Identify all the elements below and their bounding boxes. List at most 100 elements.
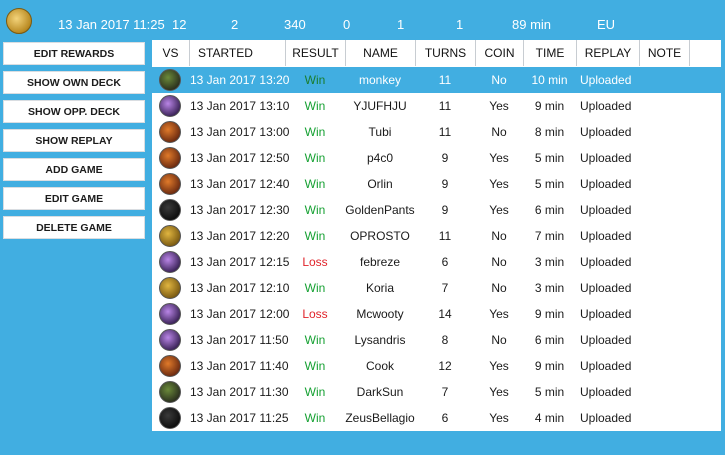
- cell-time: 7 min: [534, 229, 565, 243]
- cell-coin: Yes: [489, 307, 509, 321]
- cell-started: 13 Jan 2017 11:50: [190, 333, 289, 347]
- cell-result: Win: [304, 359, 326, 373]
- cell-replay: Uploaded: [580, 307, 632, 321]
- cell-turns: 11: [438, 73, 452, 87]
- cell-name: Mcwooty: [356, 307, 404, 321]
- cell-time: 3 min: [534, 255, 565, 269]
- cell-replay: Uploaded: [580, 177, 632, 191]
- cell-name: febreze: [359, 255, 401, 269]
- cell-replay: Uploaded: [580, 99, 632, 113]
- col-header-started[interactable]: STARTED: [189, 40, 285, 66]
- cell-name: OPROSTO: [350, 229, 410, 243]
- cell-result: Win: [304, 411, 326, 425]
- cell-time: 8 min: [534, 125, 565, 139]
- col-header-time[interactable]: TIME: [523, 40, 576, 66]
- cell-started: 13 Jan 2017 11:25: [190, 411, 289, 425]
- cell-replay: Uploaded: [580, 125, 632, 139]
- paladin-class-icon: [6, 8, 32, 34]
- col-header-result[interactable]: RESULT: [285, 40, 345, 66]
- cell-result: Loss: [302, 255, 328, 269]
- table-row[interactable]: 13 Jan 2017 11:40 Win Cook 12 Yes 9 min Upload…: [152, 353, 721, 379]
- col-header-name[interactable]: NAME: [345, 40, 415, 66]
- table-row[interactable]: 13 Jan 2017 12:10 Win Koria 7 No 3 min Uploade…: [152, 275, 721, 301]
- cell-coin: Yes: [489, 151, 509, 165]
- table-row[interactable]: 13 Jan 2017 12:20 Win OPROSTO 11 No 7 min Uplo…: [152, 223, 721, 249]
- cell-turns: 8: [441, 333, 449, 347]
- table-row[interactable]: 13 Jan 2017 13:00 Win Tubi 11 No 8 min Uploade…: [152, 119, 721, 145]
- cell-turns: 11: [438, 229, 452, 243]
- table-row[interactable]: 13 Jan 2017 11:25 Win ZeusBellagio 6 Yes 4 mi…: [152, 405, 721, 431]
- cell-name: GoldenPants: [345, 203, 415, 217]
- show-replay-button[interactable]: SHOW REPLAY: [3, 129, 145, 152]
- cell-name: Koria: [365, 281, 394, 295]
- cell-time: 6 min: [534, 203, 565, 217]
- rogue-class-icon: [159, 173, 181, 195]
- table-row[interactable]: 13 Jan 2017 13:10 Win YJUFHJU 11 Yes 9 min Upl…: [152, 93, 721, 119]
- cell-coin: Yes: [489, 203, 509, 217]
- col-header-vs[interactable]: VS: [152, 40, 189, 66]
- header-stat-a: 0: [343, 17, 351, 32]
- cell-started: 13 Jan 2017 13:00: [190, 125, 290, 139]
- cell-name: ZeusBellagio: [345, 411, 415, 425]
- cell-time: 10 min: [531, 73, 568, 87]
- table-row[interactable]: 13 Jan 2017 12:30 Win GoldenPants 9 Yes 6 min…: [152, 197, 721, 223]
- cell-started: 13 Jan 2017 12:20: [190, 229, 290, 243]
- cell-turns: 6: [441, 255, 449, 269]
- header-stat-c: 1: [456, 17, 464, 32]
- table-row[interactable]: 13 Jan 2017 11:50 Win Lysandris 8 No 6 min Upl…: [152, 327, 721, 353]
- delete-game-button[interactable]: DELETE GAME: [3, 216, 145, 239]
- druid-class-icon: [159, 69, 181, 91]
- cell-name: p4c0: [366, 151, 394, 165]
- table-row[interactable]: 13 Jan 2017 11:30 Win DarkSun 7 Yes 5 min Uplo…: [152, 379, 721, 405]
- table-row[interactable]: 13 Jan 2017 13:20 Win monkey 11 No 10 min Uplo…: [152, 67, 721, 93]
- header-stat-turns: 340: [284, 17, 306, 32]
- show-own-deck-button[interactable]: SHOW OWN DECK: [3, 71, 145, 94]
- cell-replay: Uploaded: [580, 73, 632, 87]
- cell-turns: 9: [441, 177, 449, 191]
- priest-class-icon: [159, 329, 181, 351]
- table-row[interactable]: 13 Jan 2017 12:15 Loss febreze 6 No 3 min Uplo…: [152, 249, 721, 275]
- cell-coin: No: [491, 125, 507, 139]
- cell-turns: 9: [441, 151, 449, 165]
- cell-turns: 6: [441, 411, 449, 425]
- cell-started: 13 Jan 2017 12:00: [190, 307, 290, 321]
- cell-started: 13 Jan 2017 12:30: [190, 203, 290, 217]
- cell-result: Win: [304, 73, 326, 87]
- col-header-note[interactable]: NOTE: [639, 40, 689, 66]
- header-stat-b: 1: [397, 17, 405, 32]
- cell-result: Win: [304, 203, 326, 217]
- cell-turns: 7: [441, 281, 449, 295]
- cell-coin: Yes: [489, 99, 509, 113]
- cell-coin: No: [491, 73, 507, 87]
- cell-turns: 11: [438, 99, 452, 113]
- show-opp-deck-button[interactable]: SHOW OPP. DECK: [3, 100, 145, 123]
- games-table[interactable]: VS STARTED RESULT NAME TURNS COIN TIME R…: [152, 40, 721, 431]
- cell-coin: Yes: [489, 177, 509, 191]
- cell-coin: No: [491, 229, 507, 243]
- edit-game-button[interactable]: EDIT GAME: [3, 187, 145, 210]
- cell-turns: 9: [441, 203, 449, 217]
- cell-started: 13 Jan 2017 13:10: [190, 99, 290, 113]
- cell-started: 13 Jan 2017 11:40: [190, 359, 289, 373]
- add-game-button[interactable]: ADD GAME: [3, 158, 145, 181]
- table-row[interactable]: 13 Jan 2017 12:50 Win p4c0 9 Yes 5 min Uploade…: [152, 145, 721, 171]
- cell-name: Lysandris: [354, 333, 406, 347]
- cell-time: 5 min: [534, 151, 565, 165]
- cell-time: 6 min: [534, 333, 565, 347]
- col-header-replay[interactable]: REPLAY: [576, 40, 639, 66]
- cell-name: monkey: [358, 73, 402, 87]
- cell-time: 9 min: [534, 307, 565, 321]
- cell-name: DarkSun: [356, 385, 404, 399]
- edit-rewards-button[interactable]: EDIT REWARDS: [3, 42, 145, 65]
- cell-coin: No: [491, 333, 507, 347]
- cell-replay: Uploaded: [580, 333, 632, 347]
- col-header-turns[interactable]: TURNS: [415, 40, 475, 66]
- paladin-class-icon: [159, 277, 181, 299]
- cell-started: 13 Jan 2017 12:15: [190, 255, 290, 269]
- cell-result: Loss: [302, 307, 328, 321]
- table-row[interactable]: 13 Jan 2017 12:00 Loss Mcwooty 14 Yes 9 min Up…: [152, 301, 721, 327]
- summary-header: 13 Jan 2017 11:25 12 2 340 0 1 1 89 min …: [0, 0, 725, 40]
- table-row[interactable]: 13 Jan 2017 12:40 Win Orlin 9 Yes 5 min Upload…: [152, 171, 721, 197]
- rogue-class-icon: [159, 121, 181, 143]
- col-header-coin[interactable]: COIN: [475, 40, 523, 66]
